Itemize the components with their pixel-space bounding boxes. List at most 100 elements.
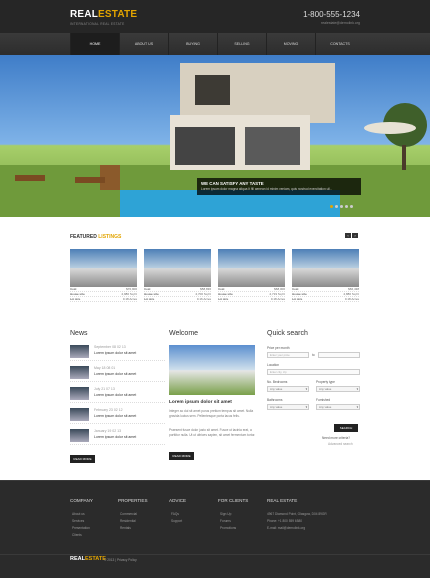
footer-contact-title: REAL ESTATE <box>267 498 298 503</box>
next-arrow-icon[interactable]: › <box>352 233 358 238</box>
welcome-paragraph: Praesent fusce dolor justo sit amet. Fus… <box>169 428 256 437</box>
featured-title: FEATURED LISTINGS <box>70 234 122 240</box>
listing-card[interactable]: Cost: $70,900 House size 2,980 Sq Ft Lot s… <box>70 249 137 302</box>
listing-photo[interactable] <box>144 249 211 287</box>
property-type-label: Property type <box>316 380 335 384</box>
location-input[interactable]: Enter city, zip <box>267 369 360 375</box>
hero-caption-text: Lorem ipsum dolor magna aliqua It fill a… <box>201 187 332 191</box>
featured-arrows: ‹ › <box>345 233 358 238</box>
listing-photo[interactable] <box>218 249 285 287</box>
listing-card[interactable]: Cost: $58,836 House size 2,700 Sq Ft Lot s… <box>144 249 211 302</box>
news-item[interactable]: February 23 02 12 Lorem ipsum dolor sit … <box>70 407 165 424</box>
price-from-input[interactable]: Enter your price <box>267 352 309 358</box>
footer-bottom-bar <box>0 554 430 578</box>
news-title: News <box>70 330 88 337</box>
privacy-policy-link[interactable]: Privacy Policy <box>117 558 137 562</box>
footer-link[interactable]: Sign Up <box>220 512 231 516</box>
news-item[interactable]: September 08 02 13 Lorem ipsum dolor sit… <box>70 344 165 361</box>
listing-photo[interactable] <box>292 249 359 287</box>
bedrooms-label: No. Bedrooms <box>267 380 288 384</box>
footer-link[interactable]: Commercial <box>120 512 137 516</box>
main-nav: HOME ABOUT US BUYING SELLING MOVING CONT… <box>0 33 430 55</box>
listing-card[interactable]: Cost: $66,438 House size 2,880 Sq Ft Lot s… <box>292 249 359 302</box>
listing-card[interactable]: Cost: $68,000 House size 2,719 Sq Ft Lot s… <box>218 249 285 302</box>
copyright: © 2013 | Privacy Policy <box>104 558 137 562</box>
advanced-search-link[interactable]: Advanced search <box>328 442 353 446</box>
news-item[interactable]: January 19 02 13 Lorem ipsum dolor sit a… <box>70 428 165 445</box>
news-date: May 18 08 01 <box>94 366 116 370</box>
hero-caption-title: WE CAN SATISFY ANY TASTE <box>201 181 264 186</box>
slider-dot[interactable] <box>345 205 348 208</box>
slider-dot[interactable] <box>335 205 338 208</box>
welcome-title: Welcome <box>169 330 199 337</box>
slider-pagination <box>330 205 353 208</box>
footer-address: 4967 Diamond Point, Glasgow, D04 89GR <box>267 512 327 516</box>
prev-arrow-icon[interactable]: ‹ <box>345 233 351 238</box>
footer-clients-title: FOR CLIENTS <box>218 498 249 503</box>
listing-photo[interactable] <box>70 249 137 287</box>
news-thumbnail[interactable] <box>70 387 89 400</box>
slider-dot[interactable] <box>330 205 333 208</box>
nav-selling[interactable]: SELLING <box>217 33 266 55</box>
welcome-paragraph: Integer ac dui sit amet purus pretium te… <box>169 409 254 418</box>
more-criteria-text: Need more criteria? <box>322 436 350 440</box>
nav-about-us[interactable]: ABOUT US <box>119 33 168 55</box>
furnished-select[interactable]: Any value <box>316 404 360 410</box>
location-label: Location <box>267 363 280 367</box>
news-link[interactable]: Lorem ipsum dolor sit amet <box>94 435 136 439</box>
news-link[interactable]: Lorem ipsum dolor sit amet <box>94 372 136 376</box>
email-link[interactable]: realestate@demolink.org <box>321 21 360 25</box>
search-button[interactable]: SEARCH <box>334 424 358 432</box>
news-item[interactable]: July 21 07 13 Lorem ipsum dolor sit amet <box>70 386 165 403</box>
nav-contacts[interactable]: CONTACTS <box>315 33 364 55</box>
footer-link[interactable]: Clients <box>72 533 82 537</box>
furnished-label: Furnished <box>316 398 331 402</box>
bathrooms-select[interactable]: Any value <box>267 404 309 410</box>
news-date: January 19 02 13 <box>94 429 122 433</box>
footer-link[interactable]: Rentals <box>120 526 131 530</box>
news-read-more-button[interactable]: READ MORE <box>70 455 95 463</box>
footer-company-title: COMPANY <box>70 498 93 503</box>
news-date: September 08 02 13 <box>94 345 126 349</box>
hero-caption: WE CAN SATISFY ANY TASTE Lorem ipsum dol… <box>197 178 361 195</box>
news-thumbnail[interactable] <box>70 345 89 358</box>
header <box>0 0 430 33</box>
footer-email[interactable]: E-mail: mail@demolink.org <box>267 526 305 530</box>
news-date: February 23 02 12 <box>94 408 123 412</box>
news-link[interactable]: Lorem ipsum dolor sit amet <box>94 351 136 355</box>
footer-link[interactable]: Support <box>171 519 182 523</box>
welcome-subtitle: Lorem ipsum dolor sit amet <box>169 400 232 405</box>
footer-link[interactable]: Promotions <box>220 526 236 530</box>
bathrooms-label: Bathrooms <box>267 398 283 402</box>
price-to-input[interactable] <box>318 352 360 358</box>
news-date: July 21 07 13 <box>94 387 115 391</box>
footer-link[interactable]: Presentation <box>72 526 90 530</box>
news-thumbnail[interactable] <box>70 408 89 421</box>
footer-logo[interactable]: REALESTATE <box>70 556 106 562</box>
property-type-select[interactable]: Any value <box>316 386 360 392</box>
footer-link[interactable]: Services <box>72 519 84 523</box>
nav-home[interactable]: HOME <box>70 33 119 55</box>
nav-buying[interactable]: BUYING <box>168 33 217 55</box>
footer-link[interactable]: Residential <box>120 519 136 523</box>
phone-number: 1-800-555-1234 <box>303 10 360 19</box>
news-thumbnail[interactable] <box>70 366 89 379</box>
price-label: Price per month <box>267 346 290 350</box>
footer-properties-title: PROPERTIES <box>118 498 148 503</box>
footer-link[interactable]: FAQs <box>171 512 179 516</box>
footer-link[interactable]: Forums <box>220 519 231 523</box>
slider-dot[interactable] <box>340 205 343 208</box>
news-item[interactable]: May 18 08 01 Lorem ipsum dolor sit amet <box>70 365 165 382</box>
slider-dot[interactable] <box>350 205 353 208</box>
tagline: INTERNATIONAL REAL ESTATE <box>70 22 125 26</box>
welcome-image <box>169 345 255 395</box>
news-link[interactable]: Lorem ipsum dolor sit amet <box>94 414 136 418</box>
news-thumbnail[interactable] <box>70 429 89 442</box>
price-to-label: to <box>312 353 315 357</box>
logo[interactable]: REALESTATE <box>70 9 137 20</box>
welcome-read-more-button[interactable]: READ MORE <box>169 452 194 460</box>
news-link[interactable]: Lorem ipsum dolor sit amet <box>94 393 136 397</box>
bedrooms-select[interactable]: Any value <box>267 386 309 392</box>
footer-link[interactable]: About us <box>72 512 85 516</box>
nav-moving[interactable]: MOVING <box>266 33 315 55</box>
